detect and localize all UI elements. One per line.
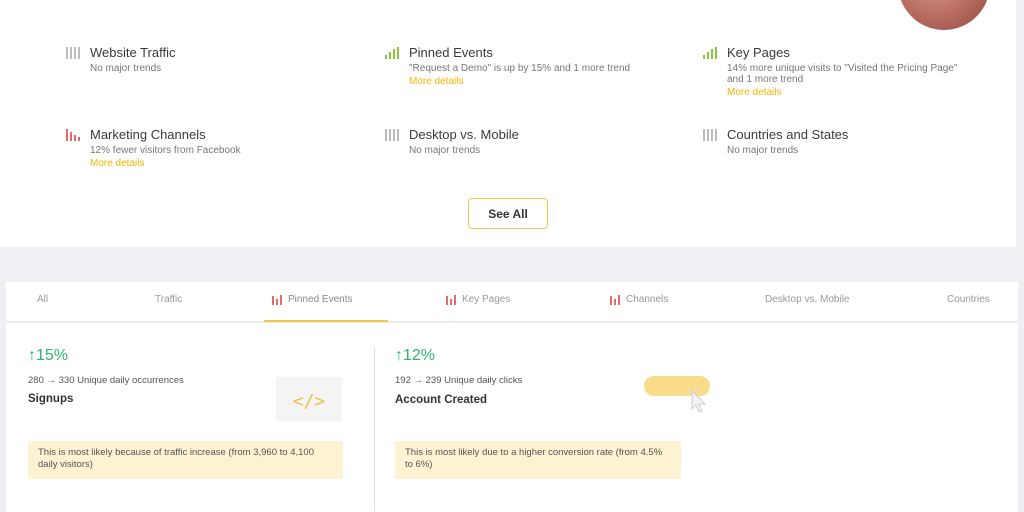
insight-description: No major trends — [90, 63, 162, 74]
bars-green-icon — [703, 46, 719, 59]
insight-title: Website Traffic — [90, 45, 176, 60]
insight-title: Pinned Events — [409, 45, 493, 60]
tab-label: Pinned Events — [288, 294, 353, 305]
insight-title: Marketing Channels — [90, 127, 206, 142]
tab-countries[interactable]: Countries — [947, 294, 990, 305]
active-tab-indicator — [264, 320, 388, 322]
bar-chart-icon — [446, 294, 456, 305]
more-details-link[interactable]: More details — [90, 158, 336, 169]
tab-traffic[interactable]: Traffic — [155, 294, 182, 305]
cursor-icon — [687, 387, 707, 413]
bars-gray-icon — [385, 128, 401, 141]
more-details-link[interactable]: More details — [727, 87, 968, 98]
insight-title: Key Pages — [727, 45, 790, 60]
bars-gray-icon — [66, 46, 82, 59]
insight-pinned-events[interactable]: Pinned Events "Request a Demo" is up by … — [385, 45, 655, 87]
card-divider — [374, 347, 375, 511]
insights-panel: Website Traffic No major trends Pinned E… — [0, 0, 1016, 247]
insight-description: No major trends — [409, 145, 481, 156]
tab-key-pages[interactable]: Key Pages — [446, 294, 510, 305]
change-detail: 192 → 239 Unique daily clicks — [395, 375, 523, 386]
insight-key-pages[interactable]: Key Pages 14% more unique visits to "Vis… — [703, 45, 968, 98]
insight-title: Countries and States — [727, 127, 849, 142]
see-all-button[interactable]: See All — [468, 198, 548, 229]
tab-label: Countries — [947, 294, 990, 305]
insight-description: 14% more unique visits to "Visited the P… — [727, 63, 958, 85]
tab-label: Key Pages — [462, 294, 511, 305]
tab-pinned-events[interactable]: Pinned Events — [272, 294, 353, 305]
tab-channels[interactable]: Channels — [610, 294, 668, 305]
metric-name: Account Created — [395, 394, 488, 406]
insight-description: 12% fewer visitors from Facebook — [90, 145, 241, 156]
explanation-note: This is most likely due to a higher conv… — [395, 441, 681, 479]
insight-desktop-vs-mobile[interactable]: Desktop vs. Mobile No major trends — [385, 127, 655, 156]
code-icon: </> — [292, 391, 326, 412]
change-detail: 280 → 330 Unique daily occurrences — [28, 375, 184, 386]
bars-red-icon — [66, 128, 82, 141]
code-illustration: </> — [276, 377, 342, 421]
insight-countries-and-states[interactable]: Countries and States No major trends — [703, 127, 973, 156]
tab-label: Desktop vs. Mobile — [765, 294, 850, 305]
cards-panel: ↑15% 280 → 330 Unique daily occurrences … — [6, 323, 1018, 512]
bar-chart-icon — [272, 294, 282, 305]
explanation-note: This is most likely because of traffic i… — [28, 441, 343, 479]
insight-description: No major trends — [727, 145, 799, 156]
tab-all[interactable]: All — [37, 294, 48, 305]
insight-title: Desktop vs. Mobile — [409, 127, 519, 142]
insight-description: "Request a Demo" is up by 15% and 1 more… — [409, 63, 631, 74]
tab-label: All — [37, 294, 49, 305]
bars-gray-icon — [703, 128, 719, 141]
bar-chart-icon — [610, 294, 620, 305]
avatar[interactable] — [898, 0, 990, 30]
more-details-link[interactable]: More details — [409, 76, 655, 87]
change-percent: ↑12% — [395, 347, 436, 364]
tab-label: Traffic — [155, 294, 183, 305]
bars-green-icon — [385, 46, 401, 59]
metric-name: Signups — [28, 393, 74, 405]
change-percent: ↑15% — [28, 347, 69, 364]
tab-bar: All Traffic Pinned Events Key Pages Chan… — [6, 282, 1018, 322]
insight-marketing-channels[interactable]: Marketing Channels 12% fewer visitors fr… — [66, 127, 336, 169]
insight-website-traffic[interactable]: Website Traffic No major trends — [66, 45, 336, 74]
tab-label: Channels — [626, 294, 669, 305]
tab-desktop-vs-mobile[interactable]: Desktop vs. Mobile — [765, 294, 849, 305]
